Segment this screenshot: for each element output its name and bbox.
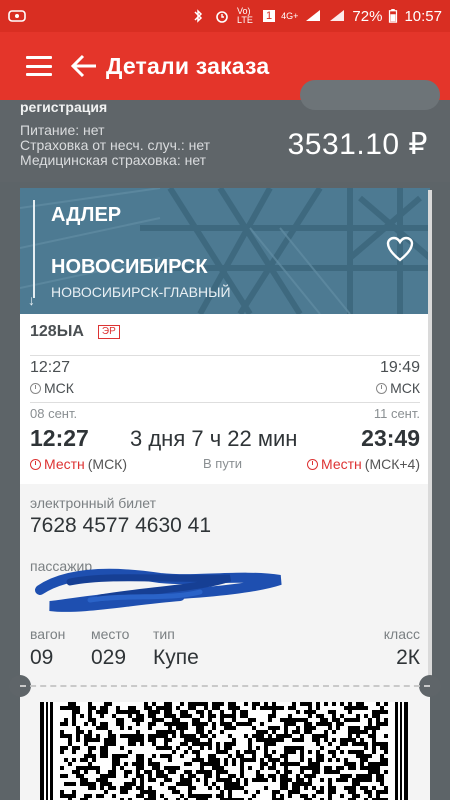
arrival-date: 11 сент. [373, 406, 420, 421]
car-label: вагон [30, 626, 66, 642]
status-left [8, 9, 26, 23]
departure-msk-label: МСК [30, 380, 74, 396]
registration-label: регистрация [20, 99, 108, 115]
signal-icon [304, 9, 322, 23]
departure-local-tz: Местн (МСК) [30, 456, 127, 472]
train-number: 128ЫА [30, 323, 84, 340]
seat-label: место [91, 626, 130, 642]
train-info: 128ЫА ЭР [30, 323, 120, 341]
tear-line [20, 685, 430, 687]
redacted-passenger-name [35, 568, 282, 612]
class-label: класс [383, 626, 420, 642]
seat-value: 029 [91, 646, 127, 669]
status-right: Vo) LTE 1 4G+ 72% 10:57 [189, 7, 442, 25]
msk-label: МСК [390, 380, 420, 396]
arrival-local-tz: Местн (МСК+4) [307, 456, 420, 472]
app-notification-icon [8, 9, 26, 23]
departure-date: 08 сент. [30, 406, 78, 421]
insurance-accident-option: Страховка от несч. случ.: нет [20, 137, 211, 153]
alarm-icon [213, 9, 231, 23]
registration-button-edge[interactable] [300, 80, 440, 110]
arrival-time-local: 23:49 [361, 425, 420, 451]
network-type: 4G+ [281, 11, 299, 21]
route-header: ↓ АДЛЕР НОВОСИБИРСК НОВОСИБИРСК-ГЛАВНЫЙ [20, 188, 430, 314]
travel-duration: 3 дня 7 ч 22 мин [130, 426, 298, 451]
in-transit-label: В пути [203, 456, 243, 471]
arrival-city: НОВОСИБИРСК [51, 256, 208, 278]
departure-time-msk: 12:27 [30, 359, 71, 376]
eticket-label: электронный билет [30, 495, 157, 511]
clock-icon [30, 458, 41, 470]
bluetooth-icon [189, 9, 207, 23]
clock-icon [307, 458, 319, 470]
clock-icon [376, 382, 388, 394]
departure-city: АДЛЕР [51, 204, 122, 226]
wifi-icon [328, 9, 346, 23]
scrollbar[interactable] [428, 190, 432, 690]
food-option: Питание: нет [20, 122, 105, 138]
divider [30, 355, 420, 356]
arrival-msk-label: МСК [376, 380, 420, 396]
status-bar: Vo) LTE 1 4G+ 72% 10:57 [0, 0, 450, 32]
arrival-station: НОВОСИБИРСК-ГЛАВНЫЙ [51, 284, 231, 300]
sim-indicator: 1 [263, 10, 276, 22]
type-value: Купе [153, 646, 199, 669]
departure-time-local: 12:27 [30, 425, 89, 451]
page-title: Детали заказа [106, 52, 270, 79]
order-price: 3531.10 ₽ [287, 128, 428, 161]
order-summary: регистрация Питание: нет Страховка от не… [0, 80, 450, 182]
clock-time: 10:57 [404, 7, 442, 25]
arrival-time-msk: 19:49 [379, 359, 420, 376]
route-line [33, 200, 35, 298]
clock-icon [30, 382, 41, 394]
type-label: тип [153, 626, 175, 642]
volte-indicator: Vo) LTE [237, 6, 253, 25]
hamburger-menu-icon[interactable] [26, 56, 52, 76]
battery-icon [388, 9, 398, 23]
arrival-tz: (МСК+4) [364, 456, 420, 472]
departure-tz: (МСК) [87, 456, 128, 472]
route-arrow-icon: ↓ [28, 292, 35, 308]
class-value: 2К [396, 646, 420, 669]
local-label: Местн [321, 456, 362, 472]
back-arrow-icon[interactable] [70, 53, 98, 79]
local-label: Местн [44, 456, 85, 472]
heart-icon[interactable] [386, 236, 414, 262]
electronic-registration-badge: ЭР [97, 325, 120, 339]
insurance-medical-option: Медицинская страховка: нет [20, 152, 207, 168]
battery-percent: 72% [352, 7, 383, 25]
divider [30, 402, 420, 403]
msk-label: МСК [44, 380, 74, 396]
car-value: 09 [30, 646, 54, 669]
eticket-number: 7628 4577 4630 41 [30, 514, 212, 537]
ticket-barcode [40, 702, 408, 800]
